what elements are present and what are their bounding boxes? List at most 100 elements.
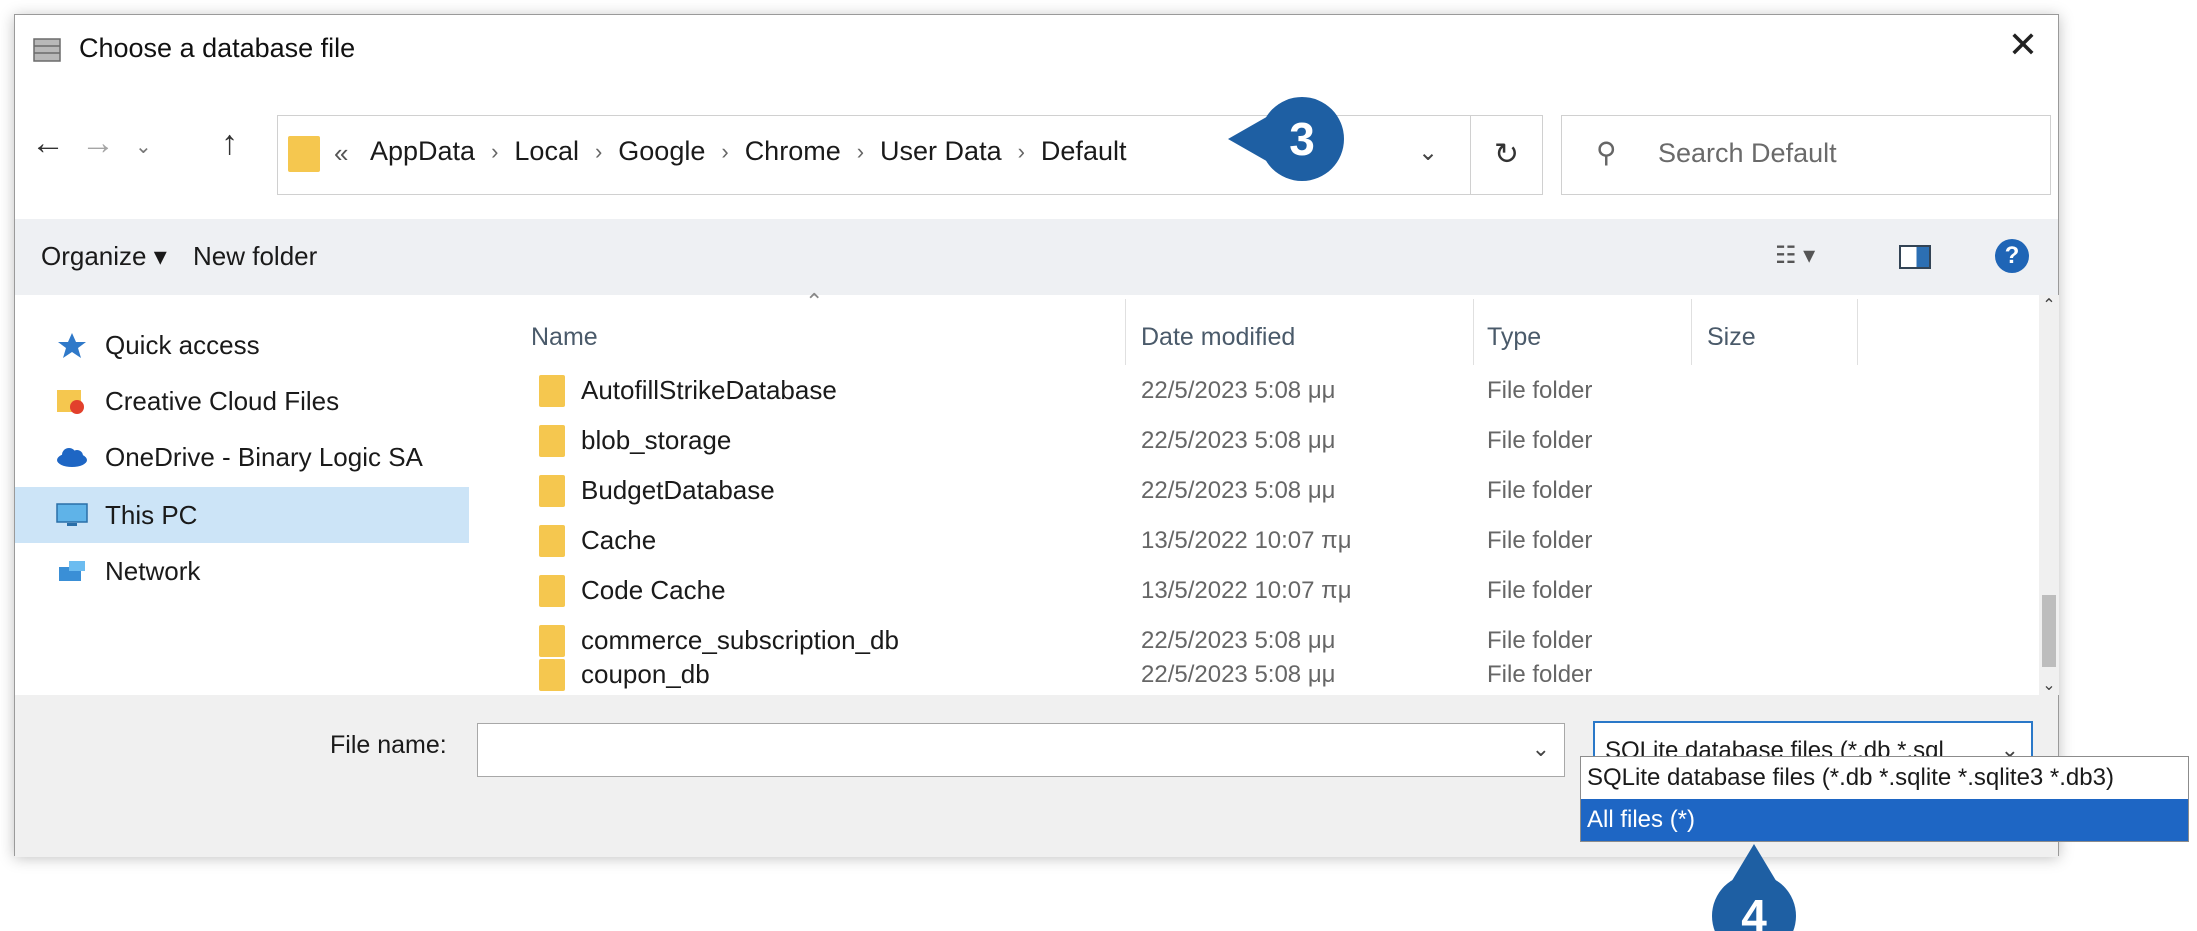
breadcrumb: AppData › Local › Google › Chrome › User Dat… (370, 136, 1126, 167)
chevron-down-icon[interactable]: ⌄ (1532, 736, 1550, 762)
folder-icon (539, 375, 565, 407)
address-dropdown-icon[interactable]: ⌄ (1418, 138, 1438, 167)
column-divider[interactable] (1691, 299, 1692, 365)
file-type: File folder (1487, 427, 1593, 454)
file-date: 22/5/2023 5:08 μμ (1141, 427, 1336, 454)
column-divider[interactable] (1125, 299, 1126, 365)
column-header-date[interactable]: Date modified (1141, 323, 1295, 352)
search-input[interactable]: ⚲ Search Default (1561, 115, 2051, 195)
organize-button[interactable]: Organize ▾ (41, 241, 167, 272)
table-row[interactable]: BudgetDatabase 22/5/2023 5:08 μμ File fo… (495, 465, 2025, 515)
breadcrumb-separator-icon[interactable]: › (1018, 139, 1025, 165)
breadcrumb-separator-icon[interactable]: › (721, 139, 728, 165)
breadcrumb-separator-icon[interactable]: › (491, 139, 498, 165)
close-icon: ✕ (2007, 24, 2039, 65)
folder-icon (539, 525, 565, 557)
file-type: File folder (1487, 661, 1593, 688)
table-row[interactable]: blob_storage 22/5/2023 5:08 μμ File fold… (495, 415, 2025, 465)
breadcrumb-item[interactable]: Local (514, 136, 579, 167)
close-button[interactable]: ✕ (1988, 15, 2058, 79)
sidebar-item-label: Quick access (105, 329, 260, 360)
table-row[interactable]: Cache 13/5/2022 10:07 πμ File folder (495, 515, 2025, 565)
breadcrumb-separator-icon[interactable]: › (857, 139, 864, 165)
file-name: AutofillStrikeDatabase (581, 375, 837, 405)
cloud-icon (57, 448, 87, 467)
sidebar-item-label: OneDrive - Binary Logic SA (105, 441, 423, 472)
file-date: 22/5/2023 5:08 μμ (1141, 661, 1336, 688)
column-header-name[interactable]: Name (531, 323, 598, 352)
up-arrow-icon[interactable]: ↑ (221, 124, 238, 163)
sidebar-item-label: This PC (105, 499, 198, 530)
database-icon (33, 38, 61, 62)
sidebar-item-onedrive[interactable]: OneDrive - Binary Logic SA (55, 429, 423, 485)
folder-icon (539, 425, 565, 457)
path-overflow-icon[interactable]: « (334, 138, 348, 169)
column-header-type[interactable]: Type (1487, 323, 1541, 352)
scroll-up-icon[interactable]: ⌃ (2039, 295, 2059, 315)
file-type: File folder (1487, 377, 1593, 404)
file-type-dropdown-list: SQLite database files (*.db *.sqlite *.s… (1580, 756, 2189, 842)
preview-pane-icon[interactable] (1899, 245, 1931, 269)
folder-icon (288, 136, 320, 172)
back-arrow-icon[interactable]: ← (31, 124, 65, 163)
dropdown-option[interactable]: All files (*) (1581, 799, 2188, 841)
file-name: BudgetDatabase (581, 475, 775, 505)
column-header-size[interactable]: Size (1707, 323, 1756, 352)
column-divider[interactable] (1857, 299, 1858, 365)
file-dialog: Choose a database file ✕ ← → ⌄ ↑ « AppDa… (14, 14, 2059, 857)
breadcrumb-item[interactable]: User Data (880, 136, 1002, 167)
scroll-down-icon[interactable]: ⌄ (2039, 675, 2059, 695)
file-type: File folder (1487, 577, 1593, 604)
file-type: File folder (1487, 477, 1593, 504)
refresh-icon: ↻ (1493, 138, 1520, 171)
navigation-row: ← → ⌄ ↑ « AppData › Local › Google › Chrome… (15, 79, 2058, 219)
table-row[interactable]: Code Cache 13/5/2022 10:07 πμ File folde… (495, 565, 2025, 615)
file-name: coupon_db (581, 659, 710, 689)
scrollbar-thumb[interactable] (2042, 595, 2056, 667)
breadcrumb-separator-icon[interactable]: › (595, 139, 602, 165)
folder-icon (539, 659, 565, 691)
file-date: 13/5/2022 10:07 πμ (1141, 577, 1352, 604)
creative-cloud-folder-icon (57, 390, 84, 414)
search-placeholder: Search Default (1658, 138, 1837, 168)
file-date: 22/5/2023 5:08 μμ (1141, 377, 1336, 404)
sidebar-item-this-pc[interactable]: This PC (15, 487, 469, 543)
new-folder-button[interactable]: New folder (193, 241, 317, 272)
forward-arrow-icon[interactable]: → (81, 124, 115, 163)
table-row[interactable]: AutofillStrikeDatabase 22/5/2023 5:08 μμ… (495, 365, 2025, 415)
sidebar-item-label: Network (105, 555, 201, 586)
breadcrumb-item[interactable]: Google (618, 136, 705, 167)
sort-ascending-icon: ⌃ (805, 289, 824, 314)
file-name-field[interactable]: ⌄ (477, 723, 1565, 777)
window-title: Choose a database file (79, 33, 356, 63)
breadcrumb-item[interactable]: AppData (370, 136, 475, 167)
sidebar-item-creative-cloud[interactable]: Creative Cloud Files (55, 373, 339, 429)
sidebar-item-network[interactable]: Network (55, 543, 200, 599)
step-callout-badge: 3 (1228, 97, 1344, 181)
file-name: Code Cache (581, 575, 726, 605)
breadcrumb-item[interactable]: Chrome (745, 136, 841, 167)
file-date: 22/5/2023 5:08 μμ (1141, 477, 1336, 504)
breadcrumb-item[interactable]: Default (1041, 136, 1127, 167)
folder-icon (539, 575, 565, 607)
file-date: 13/5/2022 10:07 πμ (1141, 527, 1352, 554)
file-type: File folder (1487, 527, 1593, 554)
view-options-icon[interactable]: ☷ ▾ (1775, 241, 1815, 270)
file-list: ⌃ Name Date modified Type Size AutofillS… (495, 289, 2045, 695)
monitor-icon (56, 503, 88, 526)
file-name: Cache (581, 525, 657, 555)
folder-icon (539, 475, 565, 507)
column-divider[interactable] (1473, 299, 1474, 365)
vertical-scrollbar[interactable]: ⌃ ⌄ (2039, 295, 2059, 695)
dropdown-option[interactable]: SQLite database files (*.db *.sqlite *.s… (1581, 757, 2188, 799)
title-bar: Choose a database file ✕ (15, 15, 2058, 79)
search-icon: ⚲ (1596, 137, 1617, 168)
file-name: blob_storage (581, 425, 732, 455)
sidebar-item-label: Creative Cloud Files (105, 385, 340, 416)
recent-locations-chevron-icon[interactable]: ⌄ (135, 134, 152, 159)
network-icon (59, 561, 85, 581)
table-row[interactable]: coupon_db 22/5/2023 5:08 μμ File folder (495, 649, 2025, 699)
refresh-button[interactable]: ↻ (1471, 115, 1543, 195)
help-icon[interactable]: ? (1995, 239, 2029, 273)
sidebar-item-quick-access[interactable]: Quick access (55, 317, 260, 373)
